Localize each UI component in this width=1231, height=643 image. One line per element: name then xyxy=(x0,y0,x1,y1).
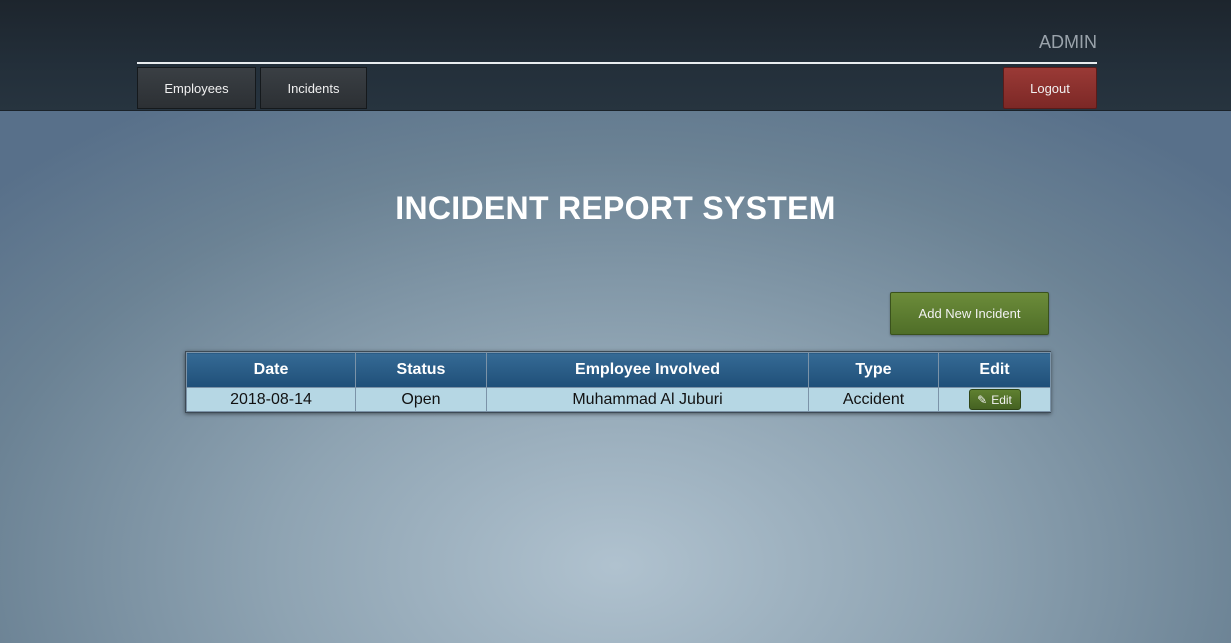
logout-button[interactable]: Logout xyxy=(1003,67,1097,109)
edit-incident-button[interactable]: ✎ Edit xyxy=(968,389,1021,410)
incidents-table: Date Status Employee Involved Type Edit … xyxy=(185,351,1051,413)
nav-employees-button[interactable]: Employees xyxy=(137,67,256,109)
cell-date: 2018-08-14 xyxy=(186,387,356,412)
nav-incidents-button[interactable]: Incidents xyxy=(260,67,367,109)
table-header-row: Date Status Employee Involved Type Edit xyxy=(186,352,1051,388)
cell-employee: Muhammad Al Juburi xyxy=(486,387,809,412)
pencil-icon: ✎ xyxy=(977,392,988,407)
column-header-edit: Edit xyxy=(938,352,1051,388)
cell-type: Accident xyxy=(808,387,939,412)
table-row: 2018-08-14 Open Muhammad Al Juburi Accid… xyxy=(186,387,1051,412)
cell-edit: ✎ Edit xyxy=(938,387,1051,412)
column-header-status: Status xyxy=(355,352,487,388)
page-title: INCIDENT REPORT SYSTEM xyxy=(395,190,836,226)
add-new-incident-button[interactable]: Add New Incident xyxy=(890,292,1049,335)
column-header-type: Type xyxy=(808,352,939,388)
column-header-date: Date xyxy=(186,352,356,388)
column-header-employee: Employee Involved xyxy=(486,352,809,388)
current-user-label: ADMIN xyxy=(1039,32,1097,52)
edit-button-label: Edit xyxy=(991,392,1012,407)
header-divider xyxy=(137,62,1097,64)
top-navigation-bar: ADMIN Employees Incidents Logout xyxy=(0,0,1231,111)
cell-status: Open xyxy=(355,387,487,412)
